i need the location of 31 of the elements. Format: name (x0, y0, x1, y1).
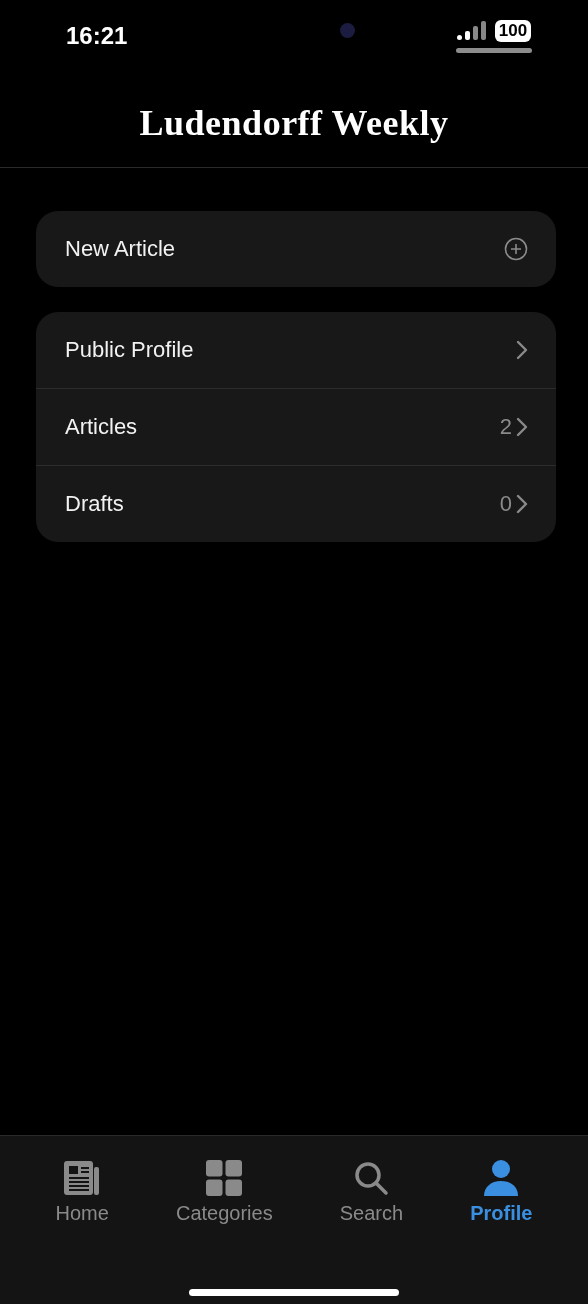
add-circle-icon (504, 237, 528, 261)
menu-row[interactable]: Public Profile (36, 312, 556, 388)
row-count: 0 (499, 491, 512, 517)
chevron-right-icon (516, 417, 528, 437)
tab-item[interactable]: Search (339, 1160, 404, 1225)
menu-row[interactable]: New Article (36, 211, 556, 287)
row-label: Drafts (65, 491, 125, 517)
app-title: Ludendorff Weekly (139, 101, 449, 144)
tab-item[interactable]: Categories (175, 1160, 273, 1225)
menu-row[interactable]: Articles 2 (36, 388, 556, 465)
row-label: Public Profile (65, 337, 195, 363)
chevron-right-icon (516, 340, 528, 360)
tab-label: Search (339, 1202, 404, 1225)
row-label: New Article (65, 236, 177, 262)
tab-item[interactable]: Home (55, 1160, 109, 1225)
tab-label: Categories (175, 1202, 273, 1225)
row-label: Articles (65, 414, 139, 440)
menu-row[interactable]: Drafts 0 (36, 465, 556, 542)
status-time: 16:21 (66, 22, 128, 50)
camera-dot (340, 23, 355, 38)
tab-label: Profile (470, 1202, 533, 1225)
tab-item[interactable]: Profile (470, 1160, 533, 1225)
grid-icon (206, 1160, 243, 1196)
newspaper-icon (63, 1160, 102, 1196)
signal-icon (456, 21, 489, 41)
row-count: 2 (499, 414, 512, 440)
battery-level: 100 (494, 20, 532, 42)
person-icon (484, 1160, 519, 1196)
chevron-right-icon (516, 494, 528, 514)
search-icon (353, 1160, 390, 1196)
tab-label: Home (55, 1202, 109, 1225)
